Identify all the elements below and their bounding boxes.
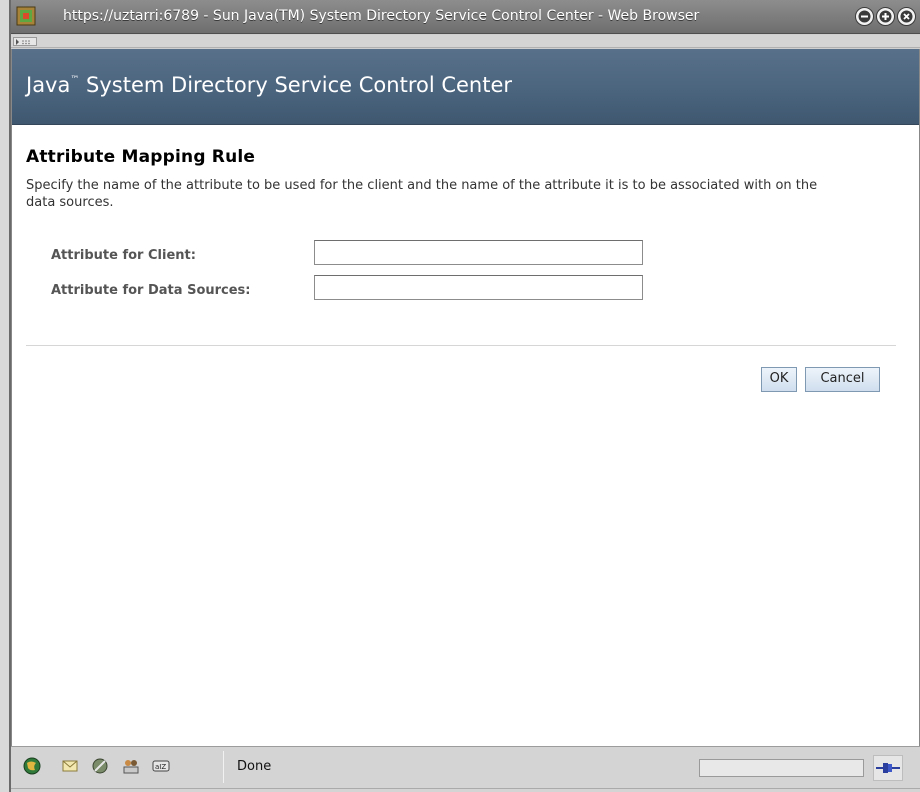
data-sources-attribute-label: Attribute for Data Sources: (51, 283, 251, 298)
product-title: Java™ System Directory Service Control C… (26, 73, 512, 97)
maximize-icon[interactable] (876, 7, 895, 26)
composer-icon[interactable] (91, 757, 109, 775)
svg-text:aIZ: aIZ (155, 763, 166, 771)
grip-icon (16, 39, 30, 45)
page-content: Java™ System Directory Service Control C… (11, 49, 920, 746)
chat-icon[interactable]: aIZ (152, 757, 170, 775)
address-book-icon[interactable] (122, 757, 140, 775)
mail-icon[interactable] (61, 757, 79, 775)
close-icon[interactable] (897, 7, 916, 26)
cancel-button[interactable]: Cancel (805, 367, 880, 392)
window-title: https://uztarri:6789 - Sun Java(TM) Syst… (63, 8, 700, 24)
data-sources-attribute-input[interactable] (314, 275, 643, 300)
status-text: Done (237, 759, 272, 774)
ok-button[interactable]: OK (761, 367, 797, 392)
trademark-mark: ™ (70, 75, 80, 85)
title-bar[interactable]: https://uztarri:6789 - Sun Java(TM) Syst… (11, 0, 920, 34)
page-title: Attribute Mapping Rule (26, 147, 256, 167)
toolbar-toggle-handle[interactable] (13, 37, 37, 46)
page-description: Specify the name of the attribute to be … (26, 178, 818, 210)
window-controls (855, 7, 916, 26)
client-attribute-input[interactable] (314, 240, 643, 265)
minimize-icon[interactable] (855, 7, 874, 26)
divider (26, 345, 896, 346)
navigator-icon[interactable] (23, 757, 41, 775)
connection-status[interactable] (873, 755, 903, 781)
browser-window: https://uztarri:6789 - Sun Java(TM) Syst… (9, 0, 920, 792)
status-bar-inner: aIZ Done (11, 747, 920, 789)
masthead-banner: Java™ System Directory Service Control C… (12, 49, 919, 125)
product-title-prefix: Java (26, 73, 71, 97)
progress-bar (699, 759, 864, 777)
status-separator (223, 751, 224, 783)
app-icon (16, 6, 36, 26)
client-attribute-label: Attribute for Client: (51, 248, 196, 263)
plug-icon (876, 763, 900, 773)
status-bar: aIZ Done (11, 746, 920, 792)
product-title-rest: System Directory Service Control Center (79, 73, 513, 97)
toolbar-grip (11, 35, 920, 48)
